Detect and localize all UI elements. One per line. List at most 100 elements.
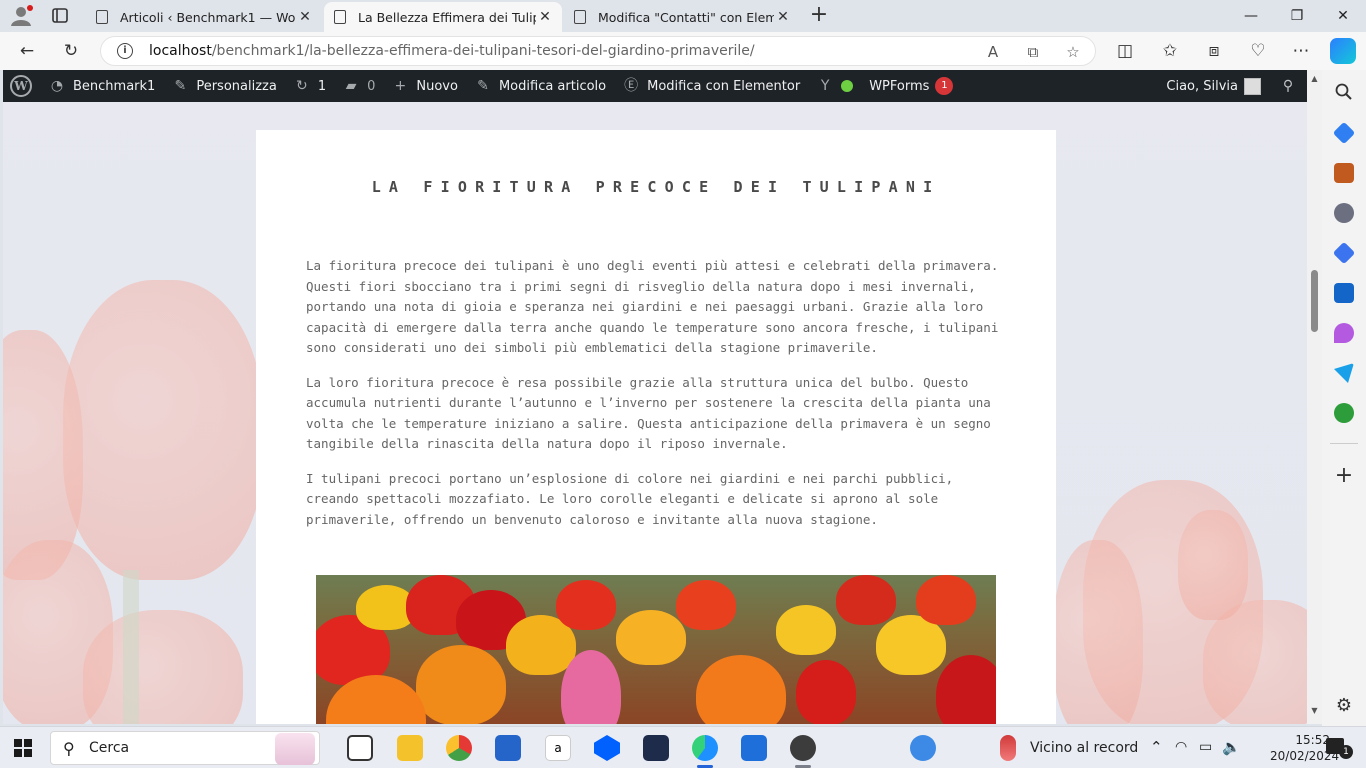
site-info-icon[interactable]: i (117, 43, 133, 59)
edit-with-elementor-link[interactable]: Ⓔ Modifica con Elementor (614, 70, 808, 102)
tulip-shape (776, 605, 836, 655)
admin-bar-search[interactable]: ⚲ (1269, 70, 1307, 102)
github-icon[interactable] (790, 735, 816, 761)
customize-link[interactable]: ✎ Personalizza (163, 70, 285, 102)
dashboard-icon: ◔ (50, 78, 64, 94)
chevron-up-icon[interactable]: ⌃ (1150, 738, 1163, 756)
send-icon[interactable] (1334, 363, 1354, 383)
wpforms-menu[interactable]: WPForms 1 (861, 70, 961, 102)
seo-status-dot (841, 80, 854, 92)
tab-modifica-contatti[interactable]: Modifica "Contatti" con Elementor ✕ (564, 2, 800, 32)
scroll-up-icon[interactable]: ▲ (1310, 74, 1319, 83)
browser-tab-strip: Articoli ‹ Benchmark1 — WordPress ✕ La B… (0, 0, 1366, 32)
windows-taskbar: ⚲ Cerca a Vicino al record ⌃ ◠ ▭ 🔈 15:52… (0, 726, 1366, 768)
tab-actions-icon[interactable] (46, 4, 74, 28)
minimize-button[interactable]: — (1228, 0, 1274, 32)
chrome-icon[interactable] (446, 735, 472, 761)
wifi-icon[interactable]: ◠ (1175, 739, 1187, 755)
comments-count: 0 (367, 78, 376, 94)
site-name-menu[interactable]: ◔ Benchmark1 (40, 70, 163, 102)
tulip-shape (936, 655, 996, 724)
help-icon[interactable] (910, 735, 936, 761)
new-label: Nuovo (416, 78, 458, 94)
tulip-shape (676, 580, 736, 630)
updates-link[interactable]: ↻ 1 (285, 70, 334, 102)
tab-la-bellezza[interactable]: La Bellezza Effimera dei Tulipani: Tesor… (324, 2, 562, 32)
page-icon (334, 10, 346, 24)
back-icon[interactable]: ← (14, 38, 40, 64)
split-screen-icon[interactable]: ◫ (1112, 38, 1138, 64)
thermometer-icon[interactable] (1000, 735, 1016, 761)
sidebar-divider (1330, 443, 1358, 444)
yoast-icon: Y (820, 78, 830, 94)
wordpress-logo-icon: W (10, 75, 32, 97)
tree-icon[interactable] (1334, 403, 1354, 423)
more-menu-icon[interactable]: ⋯ (1288, 38, 1314, 64)
amazon-icon[interactable]: a (545, 735, 571, 761)
tools-icon[interactable] (1334, 163, 1354, 183)
edge-sidebar: + ⚙ (1322, 70, 1366, 726)
tulip-shape (556, 580, 616, 630)
profile-icon[interactable] (8, 4, 34, 28)
search-icon[interactable] (1334, 82, 1354, 102)
background-stem (123, 570, 139, 724)
close-icon[interactable]: ✕ (774, 9, 792, 25)
favorites-icon[interactable]: ✩ (1157, 38, 1183, 64)
clock-date: 20/02/2024 (1270, 749, 1340, 763)
scrollbar-thumb[interactable] (1311, 270, 1318, 332)
close-icon[interactable]: ✕ (536, 9, 554, 25)
scroll-down-icon[interactable]: ▼ (1310, 706, 1319, 715)
wpforms-badge: 1 (935, 77, 954, 95)
close-icon[interactable]: ✕ (296, 9, 314, 25)
designer-icon[interactable] (1334, 323, 1354, 343)
close-window-button[interactable]: ✕ (1320, 0, 1366, 32)
edit-post-link[interactable]: ✎ Modifica articolo (466, 70, 614, 102)
plus-icon: + (394, 78, 407, 94)
read-aloud-icon[interactable]: A (981, 40, 1005, 64)
volume-icon[interactable]: 🔈 (1222, 738, 1241, 756)
site-name-label: Benchmark1 (73, 78, 156, 94)
background-tulip (63, 280, 263, 580)
microsoft-store-icon[interactable] (495, 735, 521, 761)
new-tab-button[interactable]: + (806, 3, 832, 29)
clock[interactable]: 15:52 20/02/2024 (1270, 732, 1340, 764)
elementor-icon: Ⓔ (624, 78, 639, 94)
copilot-icon[interactable] (1330, 38, 1356, 64)
powershell-icon[interactable] (643, 735, 669, 761)
start-windows-icon[interactable] (14, 739, 32, 757)
edge-icon[interactable] (692, 735, 718, 761)
gear-icon[interactable]: ⚙ (1334, 696, 1354, 716)
tab-articoli[interactable]: Articoli ‹ Benchmark1 — WordPress ✕ (86, 2, 322, 32)
battery-icon[interactable]: ▭ (1199, 739, 1212, 755)
dropbox-icon[interactable] (594, 735, 620, 761)
browser-essentials-icon[interactable]: ♡ (1245, 38, 1271, 64)
search-placeholder: Cerca (89, 740, 130, 756)
task-view-icon[interactable] (347, 735, 373, 761)
app-available-icon[interactable]: ⧉ (1021, 40, 1045, 64)
outlook-icon[interactable] (1334, 283, 1354, 303)
favorite-star-icon[interactable]: ☆ (1061, 40, 1085, 64)
weather-text[interactable]: Vicino al record (1030, 740, 1138, 756)
wp-logo-menu[interactable]: W (3, 70, 40, 102)
shopping-tag-icon[interactable] (1332, 121, 1356, 145)
file-explorer-icon[interactable] (397, 735, 423, 761)
games-icon[interactable] (1334, 203, 1354, 223)
yoast-seo-menu[interactable]: Y (808, 70, 861, 102)
new-content-menu[interactable]: + Nuovo (383, 70, 466, 102)
url-text[interactable]: localhost/benchmark1/la-bellezza-effimer… (149, 43, 755, 59)
avatar (1244, 77, 1261, 95)
edit-post-label: Modifica articolo (498, 78, 607, 94)
taskbar-search[interactable]: ⚲ Cerca (50, 731, 320, 765)
microsoft-365-icon[interactable] (1332, 241, 1356, 265)
customize-label: Personalizza (196, 78, 277, 94)
add-sidebar-app-icon[interactable]: + (1334, 465, 1354, 487)
restore-button[interactable]: ❐ (1274, 0, 1320, 32)
mail-icon[interactable] (741, 735, 767, 761)
my-account-menu[interactable]: Ciao, Silvia (1158, 70, 1269, 102)
address-bar[interactable]: i localhost/benchmark1/la-bellezza-effim… (100, 36, 1096, 66)
comments-link[interactable]: ▰ 0 (334, 70, 383, 102)
collections-icon[interactable]: ⧈ (1201, 38, 1227, 64)
page-scrollbar[interactable]: ▲ ▼ (1307, 70, 1322, 724)
reload-icon[interactable]: ↻ (58, 38, 84, 64)
page-viewport: W ◔ Benchmark1 ✎ Personalizza ↻ 1 ▰ 0 + … (3, 70, 1307, 724)
